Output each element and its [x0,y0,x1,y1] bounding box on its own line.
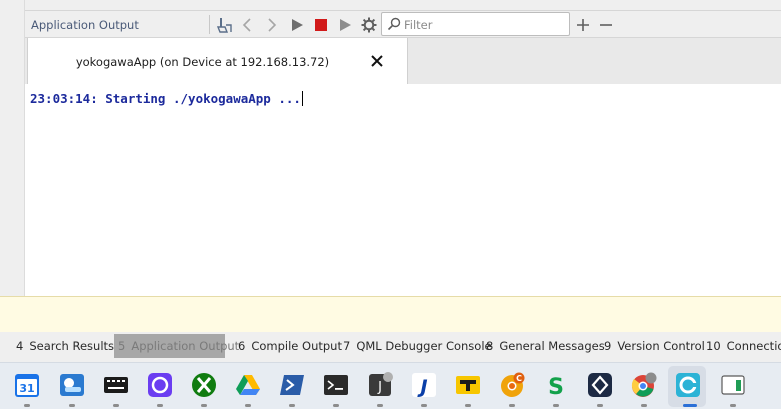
output-pane-toolbar: Application Output [25,10,781,38]
terminal-app-icon[interactable] [323,372,349,398]
weather-app-icon[interactable] [59,372,85,398]
svg-text:S: S [548,375,564,398]
running-indicator [113,404,119,407]
keyboard-app-icon[interactable] [103,372,129,398]
pane-button-qml-debugger-console[interactable]: 7 QML Debugger Console [339,334,496,358]
minus-icon [600,23,612,26]
vpn-app-icon[interactable] [587,372,613,398]
running-indicator [377,404,383,407]
output-panes-bar: 4 Search Results 5 Application Output 6 Com… [0,332,781,362]
add-button[interactable] [573,14,593,35]
clean-icon [217,17,232,33]
info-bar [0,296,781,332]
google-drive-app-icon[interactable] [235,372,261,398]
java-app-icon[interactable]: J [368,372,394,398]
attach-debugger-button[interactable] [335,14,355,35]
toolbar-separator [209,15,210,34]
qt-creator-window: Application Output Filter yokogawaApp (o… [0,0,781,409]
output-line: 23:03:14: Starting ./yokogawaApp ... [30,91,303,106]
pane-button-compile-output[interactable]: 6 Compile Output [234,334,346,358]
chevron-right-icon [268,17,277,32]
run-icon [292,18,303,31]
running-indicator [730,404,736,407]
stop-button[interactable] [311,14,331,35]
active-indicator [683,404,697,407]
debug-run-icon [340,18,351,31]
tab-yokogawa-app[interactable]: yokogawaApp (on Device at 192.168.13.72) [27,38,408,85]
jira-app-icon[interactable]: J [411,372,437,398]
chrome-profile-app-icon[interactable] [631,372,657,398]
running-indicator [641,404,647,407]
remove-button[interactable] [596,14,616,35]
next-item-button[interactable] [261,14,281,35]
pane-button-connection[interactable]: 10Connection L [702,334,781,358]
text-caret [301,91,303,106]
svg-text:J: J [377,380,382,395]
svg-text:31: 31 [19,382,34,395]
running-indicator [24,404,30,407]
tab-label: yokogawaApp (on Device at 192.168.13.72) [75,55,330,69]
application-output-text[interactable]: 23:03:14: Starting ./yokogawaApp ... [25,84,781,296]
powershell-app-icon[interactable] [279,372,305,398]
tool-app-icon[interactable] [455,372,481,398]
close-icon[interactable] [369,53,385,69]
search-icon [387,17,401,31]
pane-title: Application Output [31,18,139,32]
running-indicator [69,404,75,407]
pane-button-search-results[interactable]: 4 Search Results [12,334,118,358]
pane-button-general-messages[interactable]: 8 General Messages [482,334,609,358]
running-indicator [553,404,559,407]
gear-icon [361,17,377,32]
running-indicator [289,404,295,407]
top-spacer [25,0,781,10]
left-sidebar-strip [0,0,25,331]
chevron-left-icon [242,17,251,32]
running-indicator [597,404,603,407]
running-indicator [465,404,471,407]
previous-item-button[interactable] [238,14,258,35]
sheet-app-icon[interactable] [720,372,746,398]
pane-button-version-control[interactable]: 9 Version Control [600,334,709,358]
filter-field[interactable] [381,12,570,36]
running-indicator [201,404,207,407]
pane-button-application-output[interactable]: 5 Application Output [114,334,239,358]
svg-text:C: C [516,374,522,383]
xbox-app-icon[interactable] [191,372,217,398]
chrome-canary-app-icon[interactable]: C [499,372,525,398]
stop-icon [315,18,327,31]
running-indicator [509,404,515,407]
qt-creator-app-icon[interactable] [675,372,701,398]
running-indicator [245,404,251,407]
running-indicator [157,404,163,407]
running-indicator [421,404,427,407]
phone-link-app-icon[interactable] [147,372,173,398]
plus-icon [577,18,589,31]
running-indicator [333,404,339,407]
s-app-icon[interactable]: S [543,372,569,398]
output-tab-bar: yokogawaApp (on Device at 192.168.13.72) [25,38,781,85]
filter-input[interactable] [404,16,564,33]
taskbar: 31 J J C S [0,362,781,409]
rerun-button[interactable] [287,14,307,35]
settings-button[interactable] [359,14,379,35]
clean-button[interactable] [215,14,235,35]
calendar-app-icon[interactable]: 31 [14,372,40,398]
